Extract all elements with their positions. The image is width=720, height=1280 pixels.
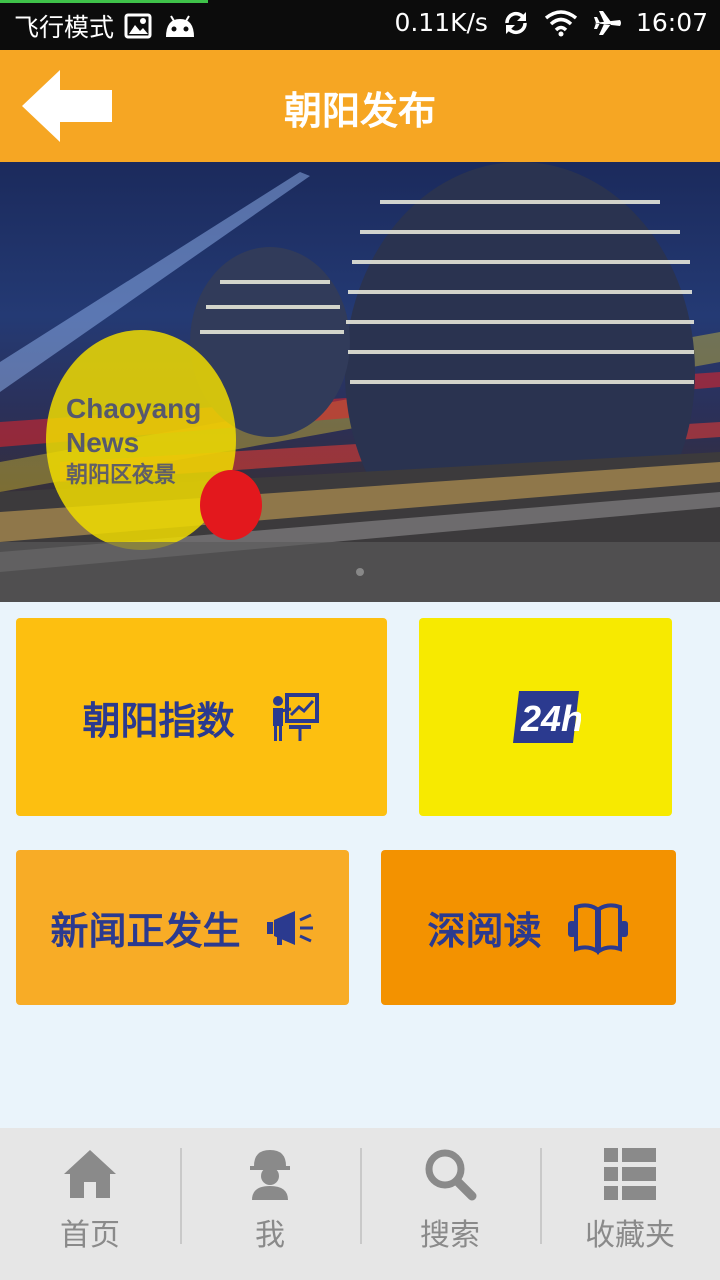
status-progress <box>0 0 208 3</box>
24h-badge-icon: 24h <box>512 691 581 743</box>
sync-icon <box>505 11 527 34</box>
airplane-mode-text: 飞行模式 <box>14 13 115 42</box>
status-left: 飞行模式 <box>14 8 198 44</box>
status-right: 0.11K/s 16:07 <box>394 8 708 37</box>
profile-icon <box>250 1150 290 1200</box>
network-speed: 0.11K/s <box>394 8 488 37</box>
nav-me-label: 我 <box>255 1218 285 1253</box>
carousel-indicator-dot[interactable] <box>356 568 364 576</box>
tile-news-label: 新闻正发生 <box>50 909 241 953</box>
app-header: 朝阳发布 <box>0 50 720 162</box>
24h-text: 24h <box>520 698 581 739</box>
home-icon <box>64 1150 116 1198</box>
tile-chaoyang-index[interactable]: 朝阳指数 <box>16 618 387 816</box>
banner-carousel[interactable]: Chaoyang News 朝阳区夜景 <box>0 162 720 602</box>
book-headphones-icon <box>567 902 628 955</box>
nav-home[interactable]: 首页 <box>0 1128 180 1280</box>
presentation-icon <box>272 693 319 741</box>
list-icon <box>604 1148 656 1200</box>
tile-deep-reading[interactable]: 深阅读 <box>381 850 676 1005</box>
logo-en-line2: News <box>66 427 140 458</box>
tile-index-label: 朝阳指数 <box>82 698 235 743</box>
nav-favorites[interactable]: 收藏夹 <box>540 1128 720 1280</box>
logo-en-line1: Chaoyang <box>66 393 202 424</box>
logo-zh: 朝阳区夜景 <box>66 462 177 487</box>
search-icon <box>425 1149 477 1201</box>
nav-home-label: 首页 <box>60 1218 120 1253</box>
android-icon <box>166 15 195 37</box>
megaphone-icon <box>266 910 313 945</box>
status-bar: 飞行模式 0.11K/s 16:07 <box>0 0 720 50</box>
logo-red-circle <box>200 470 262 540</box>
image-icon <box>124 13 152 39</box>
nav-search-label: 搜索 <box>420 1218 480 1253</box>
bottom-nav: 首页 我 搜索 收藏夹 <box>0 1128 720 1280</box>
airplane-icon <box>593 10 621 35</box>
nav-favorites-label: 收藏夹 <box>585 1218 675 1253</box>
page-title: 朝阳发布 <box>283 89 436 133</box>
tile-24h[interactable]: 24h <box>419 618 672 816</box>
wifi-icon <box>544 9 578 36</box>
clock: 16:07 <box>635 8 708 37</box>
tile-deep-label: 深阅读 <box>427 909 542 953</box>
nav-me[interactable]: 我 <box>180 1128 360 1280</box>
tile-breaking-news[interactable]: 新闻正发生 <box>16 850 349 1005</box>
banner-logo: Chaoyang News 朝阳区夜景 <box>66 392 201 490</box>
nav-search[interactable]: 搜索 <box>360 1128 540 1280</box>
